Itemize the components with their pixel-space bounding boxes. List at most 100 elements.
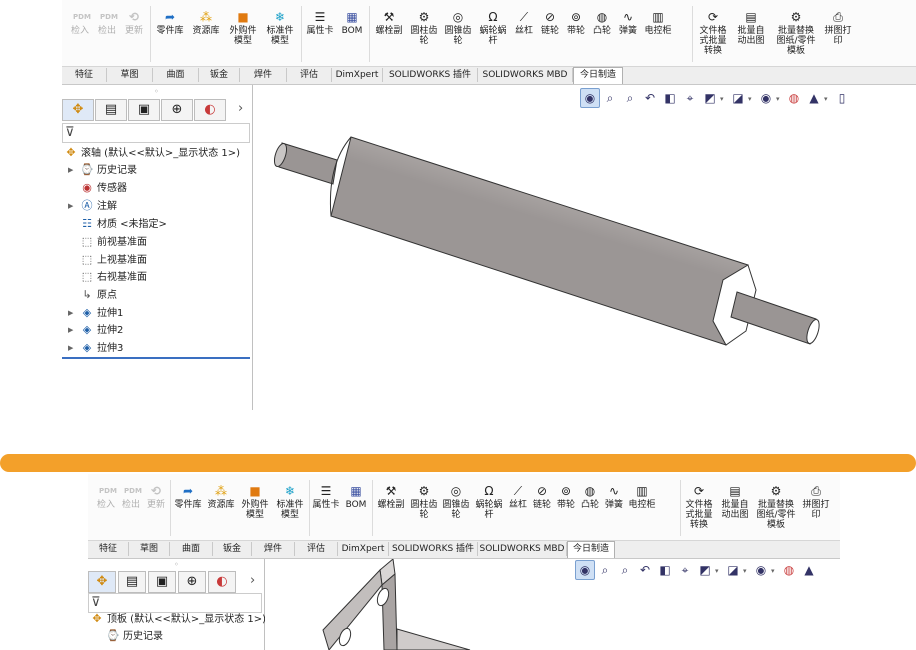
expand-icon[interactable]: ▶: [68, 340, 73, 356]
tab-surfaces[interactable]: 曲面: [153, 68, 199, 82]
tree-item-extrude3[interactable]: ▶ ◈ 拉伸3: [68, 340, 123, 356]
tree-item-history[interactable]: ▶ ⌚ 历史记录: [68, 162, 137, 178]
dimxpert-icon[interactable]: ⊕: [161, 99, 193, 121]
tree-item-front-plane[interactable]: ⬚ 前视基准面: [80, 234, 147, 250]
worm-gear-button[interactable]: Ω 蜗轮蜗 杆: [476, 10, 510, 46]
checkin-button[interactable]: PDM 检入: [67, 10, 93, 36]
feature-manager-icon[interactable]: ✥: [88, 571, 116, 593]
expand-icon[interactable]: ▶: [68, 305, 73, 321]
tree-item-history[interactable]: ⌚ 历史记录: [106, 628, 163, 644]
spring-button[interactable]: ∿ 弹簧: [616, 10, 640, 36]
appearance-icon[interactable]: ◐: [194, 99, 226, 121]
sprocket-button[interactable]: ⊘ 链轮: [531, 484, 553, 510]
tree-item-right-plane[interactable]: ⬚ 右视基准面: [80, 269, 147, 285]
tab-today-manufacturing[interactable]: 今日制造: [573, 67, 623, 84]
expand-icon[interactable]: ▶: [68, 322, 73, 338]
tab-sketch[interactable]: 草图: [129, 542, 170, 556]
tab-sheet-metal[interactable]: 钣金: [213, 542, 252, 556]
expand-icon[interactable]: ▶: [68, 198, 73, 214]
bevel-gear-button[interactable]: ◎ 圆锥齿 轮: [441, 484, 471, 520]
batch-replace-button[interactable]: ⚙ 批量替换 图纸/零件 模板: [771, 10, 821, 56]
tree-filter[interactable]: ⊽: [88, 593, 262, 613]
cabinet-button[interactable]: ▥ 电控柜: [642, 10, 674, 36]
tree-item-top-plane[interactable]: ⬚ 上视基准面: [80, 252, 147, 268]
config-manager-icon[interactable]: ▣: [148, 571, 176, 593]
tab-solidworks-mbd[interactable]: SOLIDWORKS MBD: [478, 542, 567, 556]
standard-part-button[interactable]: ❄ 标准件 模型: [262, 10, 298, 46]
tab-sketch[interactable]: 草图: [107, 68, 153, 82]
chevron-right-icon[interactable]: ›: [238, 99, 243, 119]
tab-dimxpert[interactable]: DimXpert: [332, 68, 383, 82]
standard-part-button[interactable]: ❄ 标准件 模型: [273, 484, 307, 520]
tab-weldments[interactable]: 焊件: [252, 542, 295, 556]
tab-today-manufacturing[interactable]: 今日制造: [567, 541, 615, 558]
puzzle-print-button[interactable]: ⎙ 拼图打 印: [820, 10, 856, 46]
bom-button[interactable]: ▦ BOM: [343, 484, 369, 510]
tree-item-extrude2[interactable]: ▶ ◈ 拉伸2: [68, 322, 123, 338]
checkin-button[interactable]: PDM 检入: [93, 484, 119, 510]
purchased-part-button[interactable]: ■ 外购件 模型: [238, 484, 272, 520]
purchased-part-button[interactable]: ■ 外购件 模型: [225, 10, 261, 46]
cabinet-button[interactable]: ▥ 电控柜: [627, 484, 657, 510]
property-card-button[interactable]: ☰ 属性卡: [304, 10, 336, 36]
sprocket-button[interactable]: ⊘ 链轮: [538, 10, 562, 36]
tree-item-annotations[interactable]: ▶ Ⓐ 注解: [68, 198, 117, 214]
bom-button[interactable]: ▦ BOM: [338, 10, 366, 36]
tab-features[interactable]: 特征: [88, 542, 129, 556]
resource-library-button[interactable]: ⁂ 资源库: [189, 10, 223, 36]
checkout-button[interactable]: PDM 检出: [94, 10, 120, 36]
spur-gear-button[interactable]: ⚙ 圆柱齿 轮: [409, 484, 439, 520]
tree-root-part[interactable]: ✥ 滚轴 (默认<<默认>_显示状态 1>): [64, 145, 240, 161]
batch-convert-button[interactable]: ⟳ 文件格 式批量 转换: [695, 10, 731, 56]
pulley-button[interactable]: ⊚ 带轮: [555, 484, 577, 510]
tab-features[interactable]: 特征: [62, 68, 107, 82]
bolt-button[interactable]: ⚒ 螺栓副: [372, 10, 406, 36]
tree-item-sensors[interactable]: ◉ 传感器: [80, 180, 127, 196]
appearance-icon[interactable]: ◐: [208, 571, 236, 593]
tree-root-part[interactable]: ✥ 顶板 (默认<<默认>_显示状态 1>): [90, 611, 266, 627]
chevron-right-icon[interactable]: ›: [250, 571, 255, 591]
bevel-gear-button[interactable]: ◎ 圆锥齿 轮: [442, 10, 474, 46]
config-manager-icon[interactable]: ▣: [128, 99, 160, 121]
update-button[interactable]: ⟲ 更新: [121, 10, 147, 36]
part-library-button[interactable]: ➦ 零件库: [153, 10, 187, 36]
batch-drawing-button[interactable]: ▤ 批量自 动出图: [733, 10, 769, 46]
spur-gear-button[interactable]: ⚙ 圆柱齿 轮: [408, 10, 440, 46]
cam-button[interactable]: ◍ 凸轮: [579, 484, 601, 510]
tab-solidworks-addins[interactable]: SOLIDWORKS 插件: [383, 68, 478, 82]
dimxpert-icon[interactable]: ⊕: [178, 571, 206, 593]
tree-item-material[interactable]: ☷ 材质 <未指定>: [80, 216, 167, 232]
checkout-button[interactable]: PDM 检出: [118, 484, 144, 510]
tree-item-extrude1[interactable]: ▶ ◈ 拉伸1: [68, 305, 123, 321]
tree-filter[interactable]: ⊽: [62, 123, 250, 143]
update-button[interactable]: ⟲ 更新: [143, 484, 169, 510]
lead-screw-button[interactable]: ⟋ 丝杠: [507, 484, 529, 510]
graphics-viewport[interactable]: ◉ ⌕ ⌕ ↶ ◧ ⌖ ◩ ▾ ◪ ▾ ◉ ▾ ◍ ▲: [265, 559, 840, 650]
expand-icon[interactable]: ▶: [68, 162, 73, 178]
batch-convert-button[interactable]: ⟳ 文件格 式批量 转换: [682, 484, 716, 530]
puzzle-print-button[interactable]: ⎙ 拼图打 印: [799, 484, 833, 520]
batch-drawing-button[interactable]: ▤ 批量自 动出图: [718, 484, 752, 520]
tree-item-origin[interactable]: ↳ 原点: [80, 287, 117, 303]
part-library-button[interactable]: ➦ 零件库: [172, 484, 204, 510]
tab-evaluate[interactable]: 评估: [287, 68, 332, 82]
tab-surfaces[interactable]: 曲面: [170, 542, 213, 556]
lead-screw-button[interactable]: ⟋ 丝杠: [512, 10, 536, 36]
panel-handle[interactable]: ◦: [174, 560, 179, 569]
property-manager-icon[interactable]: ▤: [95, 99, 127, 121]
bolt-button[interactable]: ⚒ 螺栓副: [375, 484, 407, 510]
tab-solidworks-addins[interactable]: SOLIDWORKS 插件: [389, 542, 478, 556]
worm-gear-button[interactable]: Ω 蜗轮蜗 杆: [473, 484, 505, 520]
tab-solidworks-mbd[interactable]: SOLIDWORKS MBD: [478, 68, 573, 82]
batch-replace-button[interactable]: ⚙ 批量替换 图纸/零件 模板: [754, 484, 798, 530]
property-card-button[interactable]: ☰ 属性卡: [311, 484, 341, 510]
resource-library-button[interactable]: ⁂ 资源库: [205, 484, 237, 510]
spring-button[interactable]: ∿ 弹簧: [603, 484, 625, 510]
graphics-viewport[interactable]: ◉ ⌕ ⌕ ↶ ◧ ⌖ ◩ ▾ ◪ ▾ ◉ ▾ ◍ ▲ ▾ ▯: [253, 85, 916, 410]
rollback-bar[interactable]: [62, 357, 250, 359]
tab-sheet-metal[interactable]: 钣金: [199, 68, 240, 82]
panel-handle[interactable]: ◦: [154, 87, 159, 96]
pulley-button[interactable]: ⊚ 带轮: [564, 10, 588, 36]
cam-button[interactable]: ◍ 凸轮: [590, 10, 614, 36]
tab-weldments[interactable]: 焊件: [240, 68, 287, 82]
